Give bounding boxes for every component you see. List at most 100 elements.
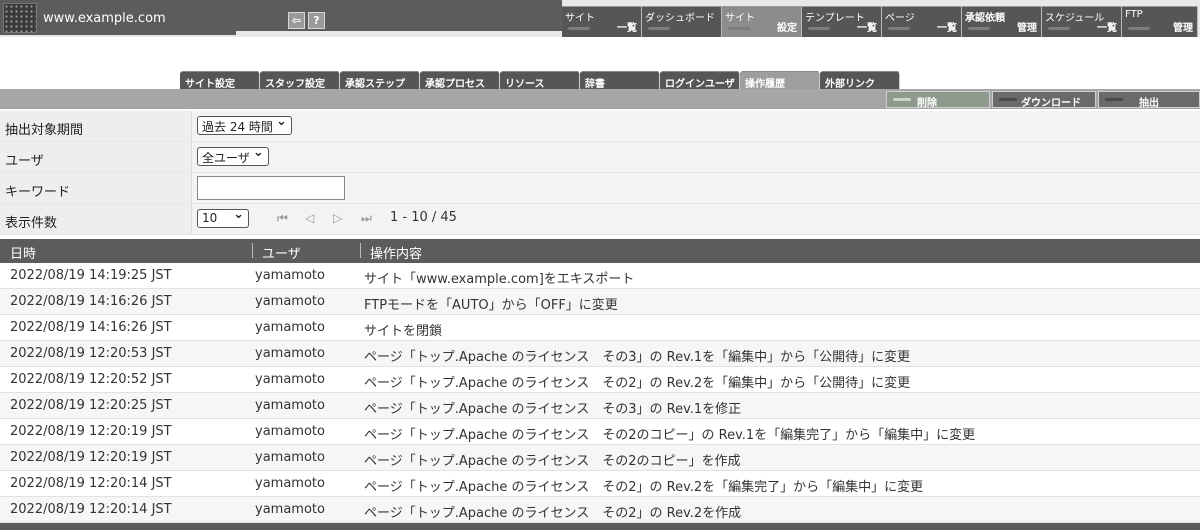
- column-date[interactable]: 日時: [10, 243, 36, 262]
- cell-date: 2022/08/19 12:20:25 JST: [10, 398, 172, 413]
- nav-label-top: FTP: [1125, 9, 1143, 20]
- tab-operation-history[interactable]: 操作履歴: [740, 71, 820, 90]
- top-bar: www.example.com ⇦ ? サイト 一覧 ダッシュボード サイト 設…: [0, 0, 1200, 37]
- result-range: 1 - 10 / 45: [390, 210, 457, 225]
- nav-label-top: 承認依頼: [965, 13, 1005, 24]
- history-table: 2022/08/19 14:19:25 JST yamamoto サイト「www…: [0, 263, 1200, 523]
- nav-indicator: [888, 27, 910, 30]
- tab-login-users[interactable]: ログインユーザ: [660, 71, 740, 90]
- cell-date: 2022/08/19 12:20:52 JST: [10, 372, 172, 387]
- cell-date: 2022/08/19 12:20:53 JST: [10, 346, 172, 361]
- cell-user: yamamoto: [255, 346, 325, 361]
- count-row: 表示件数 10 ⏮ ◁ ▷ ⏭ 1 - 10 / 45: [0, 204, 1200, 235]
- nav-ftp-manage[interactable]: FTP 管理: [1122, 6, 1198, 37]
- tab-external-links[interactable]: 外部リンク: [820, 71, 900, 90]
- site-name: www.example.com: [43, 11, 166, 26]
- nav-label-top: サイト: [565, 13, 595, 24]
- tab-approval-process[interactable]: 承認プロセス: [420, 71, 500, 90]
- cell-user: yamamoto: [255, 476, 325, 491]
- period-select[interactable]: 過去 24 時間: [197, 114, 292, 135]
- nav-indicator: [808, 27, 830, 30]
- cell-user: yamamoto: [255, 294, 325, 309]
- nav-label-bottom: 管理: [1017, 23, 1037, 34]
- table-row: 2022/08/19 14:16:26 JST yamamoto サイトを閉鎖: [0, 315, 1200, 341]
- delete-label: 削除: [917, 98, 937, 109]
- table-footer-bar: [0, 523, 1200, 530]
- table-row: 2022/08/19 14:16:26 JST yamamoto FTPモードを…: [0, 289, 1200, 315]
- cell-date: 2022/08/19 14:16:26 JST: [10, 320, 172, 335]
- nav-label-bottom: 一覧: [937, 23, 957, 34]
- user-select[interactable]: 全ユーザ: [197, 145, 269, 166]
- tab-approval-steps[interactable]: 承認ステップ: [340, 71, 420, 90]
- brand-bar: ⇦ ?: [236, 0, 562, 31]
- last-page-icon[interactable]: ⏭: [361, 211, 389, 226]
- cell-user: yamamoto: [255, 502, 325, 517]
- nav-site-settings[interactable]: サイト 設定: [722, 6, 802, 37]
- cell-operation: ページ「トップ.Apache のライセンス その2のコピー」を作成: [364, 454, 741, 469]
- cell-operation: ページ「トップ.Apache のライセンス その3」の Rev.1を「編集中」か…: [364, 350, 911, 365]
- cell-operation: サイト「www.example.com]をエキスポート: [364, 272, 635, 287]
- cell-user: yamamoto: [255, 450, 325, 465]
- user-cell: 全ユーザ: [192, 142, 1200, 172]
- cell-operation: ページ「トップ.Apache のライセンス その2」の Rev.2を作成: [364, 506, 742, 521]
- tab-staff-settings[interactable]: スタッフ設定: [260, 71, 340, 90]
- prev-page-icon[interactable]: ◁: [305, 211, 333, 226]
- column-divider: [252, 243, 253, 258]
- table-row: 2022/08/19 12:20:52 JST yamamoto ページ「トップ…: [0, 367, 1200, 393]
- nav-site-list[interactable]: サイト 一覧: [562, 6, 642, 37]
- cell-user: yamamoto: [255, 372, 325, 387]
- tab-dictionary[interactable]: 辞書: [580, 71, 660, 90]
- nav-label-top: テンプレート: [805, 13, 865, 24]
- nav-schedule-list[interactable]: スケジュール 一覧: [1042, 6, 1122, 37]
- nav-approval-requests[interactable]: 承認依頼 管理: [962, 6, 1042, 37]
- cell-date: 2022/08/19 14:16:26 JST: [10, 294, 172, 309]
- button-indicator: [999, 98, 1017, 101]
- button-indicator: [893, 98, 911, 101]
- extract-button[interactable]: 抽出: [1098, 91, 1200, 109]
- keyword-row: キーワード: [0, 173, 1200, 204]
- help-icon[interactable]: ?: [308, 12, 325, 29]
- nav-page-list[interactable]: ページ 一覧: [882, 6, 962, 37]
- keyword-cell: [192, 173, 1200, 203]
- first-page-icon[interactable]: ⏮: [277, 211, 305, 226]
- count-select[interactable]: 10: [197, 207, 249, 228]
- nav-dashboard[interactable]: ダッシュボード: [642, 6, 722, 37]
- cell-operation: サイトを閉鎖: [364, 324, 443, 339]
- cell-operation: ページ「トップ.Apache のライセンス その2」の Rev.2を「編集完了」…: [364, 480, 924, 495]
- column-operation[interactable]: 操作内容: [370, 243, 422, 262]
- pager: ⏮ ◁ ▷ ⏭: [277, 211, 389, 226]
- tab-site-settings[interactable]: サイト設定: [180, 71, 260, 90]
- nav-indicator: [648, 27, 670, 30]
- extract-label: 抽出: [1139, 98, 1159, 109]
- cell-date: 2022/08/19 12:20:19 JST: [10, 450, 172, 465]
- nav-template-list[interactable]: テンプレート 一覧: [802, 6, 882, 37]
- period-row: 抽出対象期間 過去 24 時間: [0, 111, 1200, 142]
- nav-indicator: [728, 27, 750, 30]
- nav-label-bottom: 設定: [777, 23, 797, 34]
- cell-user: yamamoto: [255, 268, 325, 283]
- cell-date: 2022/08/19 12:20:14 JST: [10, 502, 172, 517]
- nav-indicator: [1048, 27, 1070, 30]
- next-page-icon[interactable]: ▷: [333, 211, 361, 226]
- cell-operation: ページ「トップ.Apache のライセンス その2のコピー」の Rev.1を「編…: [364, 428, 976, 443]
- brand-area: www.example.com: [0, 0, 236, 35]
- nav-indicator: [568, 27, 590, 30]
- column-user[interactable]: ユーザ: [262, 243, 301, 262]
- exit-icon[interactable]: ⇦: [288, 12, 305, 29]
- app-grid-icon[interactable]: [3, 3, 37, 33]
- cell-date: 2022/08/19 12:20:14 JST: [10, 476, 172, 491]
- cell-operation: FTPモードを「AUTO」から「OFF」に変更: [364, 298, 618, 313]
- delete-button[interactable]: 削除: [886, 91, 990, 109]
- table-row: 2022/08/19 12:20:14 JST yamamoto ページ「トップ…: [0, 497, 1200, 523]
- table-header: 日時 ユーザ 操作内容: [0, 239, 1200, 263]
- count-label: 表示件数: [0, 204, 192, 234]
- filter-form: 抽出対象期間 過去 24 時間 ユーザ 全ユーザ キーワード 表示件数 10 ⏮…: [0, 111, 1200, 235]
- download-button[interactable]: ダウンロード: [992, 91, 1096, 109]
- tab-resources[interactable]: リソース: [500, 71, 580, 90]
- table-row: 2022/08/19 12:20:25 JST yamamoto ページ「トップ…: [0, 393, 1200, 419]
- user-label: ユーザ: [0, 142, 192, 172]
- global-nav: サイト 一覧 ダッシュボード サイト 設定 テンプレート 一覧 ページ 一覧 承…: [562, 6, 1198, 37]
- keyword-input[interactable]: [197, 176, 345, 200]
- user-row: ユーザ 全ユーザ: [0, 142, 1200, 173]
- nav-label-top: サイト: [725, 13, 755, 24]
